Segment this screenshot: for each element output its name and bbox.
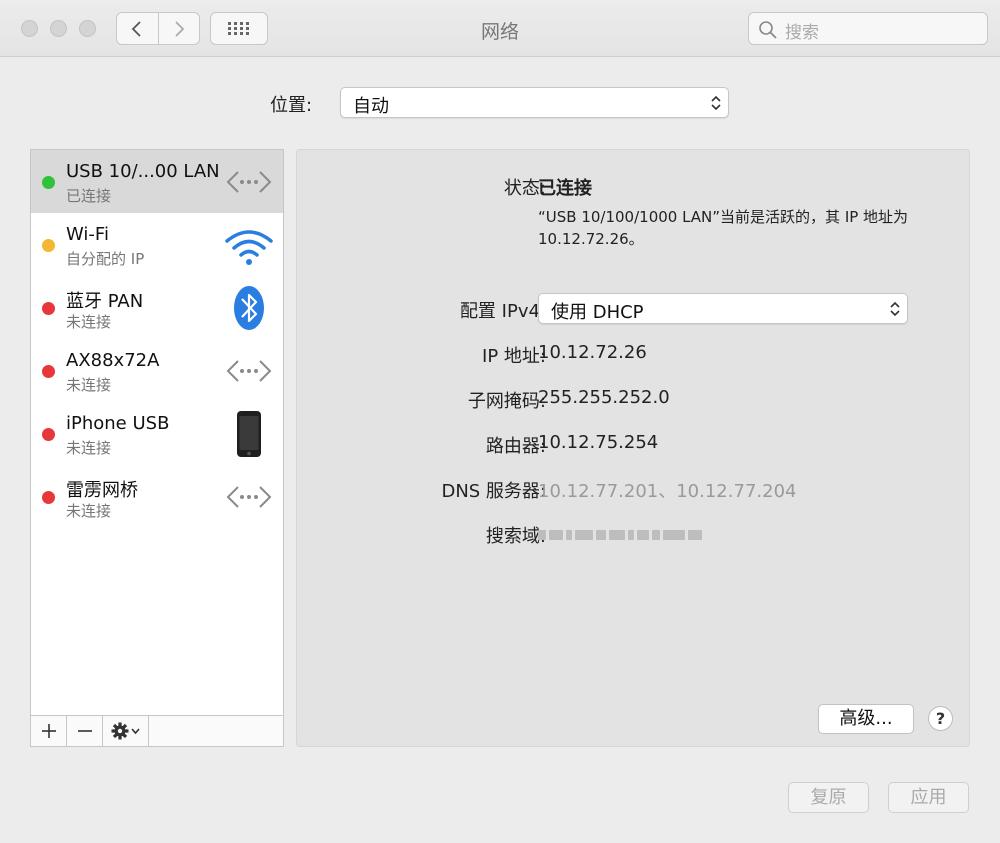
service-item-ax88x72a[interactable]: AX88x72A 未连接 [31,339,283,402]
search-field[interactable]: 搜索 [748,12,988,45]
service-item-wifi[interactable]: Wi-Fi 自分配的 IP [31,213,283,276]
search-icon [759,21,777,39]
title-bar: 网络 搜索 [0,0,1000,57]
service-status: 未连接 [66,376,112,394]
status-dot [42,365,55,378]
location-popup[interactable]: 自动 [340,87,729,118]
plus-icon [41,724,56,738]
bluetooth-icon [234,286,264,330]
advanced-button[interactable]: 高级... [818,704,914,734]
service-name: Wi-Fi [66,224,109,245]
ethernet-icon [226,486,272,508]
service-name: iPhone USB [66,413,170,434]
service-item-iphone-usb[interactable]: iPhone USB 未连接 [31,402,283,465]
ip-address-value: 10.12.72.26 [538,342,647,363]
status-dot [42,428,55,441]
revert-button[interactable]: 复原 [788,782,869,813]
dns-server-label: DNS 服务器: [441,481,546,502]
service-status: 自分配的 IP [66,250,145,268]
ethernet-icon [226,171,272,193]
status-dot [42,302,55,315]
gear-icon [111,722,140,740]
service-item-usb-lan[interactable]: USB 10/...00 LAN 已连接 [31,150,283,213]
service-name: 雷雳网桥 [66,480,138,501]
status-dot [42,176,55,189]
search-domain-value-redacted [538,528,738,542]
service-status: 未连接 [66,502,112,520]
ip-address-label: IP 地址: [482,346,546,367]
ipv4-config-popup[interactable]: 使用 DHCP [538,293,908,324]
service-name: AX88x72A [66,350,160,371]
service-name: USB 10/...00 LAN [66,161,220,182]
location-label: 位置: [270,95,313,116]
service-list: USB 10/...00 LAN 已连接 Wi-Fi 自分配的 IP 蓝牙 PA… [30,149,284,747]
service-status: 未连接 [66,439,112,457]
ipv4-config-label: 配置 IPv4: [459,301,546,322]
router-value: 10.12.75.254 [538,432,659,453]
ipv4-config-value: 使用 DHCP [551,302,644,323]
location-value: 自动 [353,96,389,117]
search-domain-label: 搜索域: [485,526,546,547]
minus-icon [77,730,92,732]
subnet-mask-label: 子网掩码: [467,391,546,412]
remove-service-button[interactable] [67,716,103,746]
service-name: 蓝牙 PAN [66,291,144,312]
service-status: 未连接 [66,313,112,331]
status-value: 已连接 [538,178,592,199]
service-item-thunderbolt-bridge[interactable]: 雷雳网桥 未连接 [31,465,283,528]
status-description: “USB 10/100/1000 LAN”当前是活跃的，其 IP 地址为 10.… [538,208,909,248]
status-dot [42,239,55,252]
updown-chevron-icon [711,95,721,111]
wifi-icon [225,230,273,265]
apply-button[interactable]: 应用 [888,782,969,813]
status-dot [42,491,55,504]
action-menu-button[interactable] [103,716,149,746]
service-status: 已连接 [66,187,112,205]
subnet-mask-value: 255.255.252.0 [538,387,670,408]
service-list-toolbar [31,715,283,746]
updown-chevron-icon [890,301,900,317]
search-placeholder: 搜索 [785,23,819,43]
router-label: 路由器: [485,436,546,457]
ethernet-icon [226,360,272,382]
service-item-bluetooth-pan[interactable]: 蓝牙 PAN 未连接 [31,276,283,339]
add-service-button[interactable] [31,716,67,746]
iphone-icon [237,411,261,457]
help-button[interactable]: ? [928,706,953,731]
dns-server-value: 10.12.77.201、10.12.77.204 [538,481,797,502]
